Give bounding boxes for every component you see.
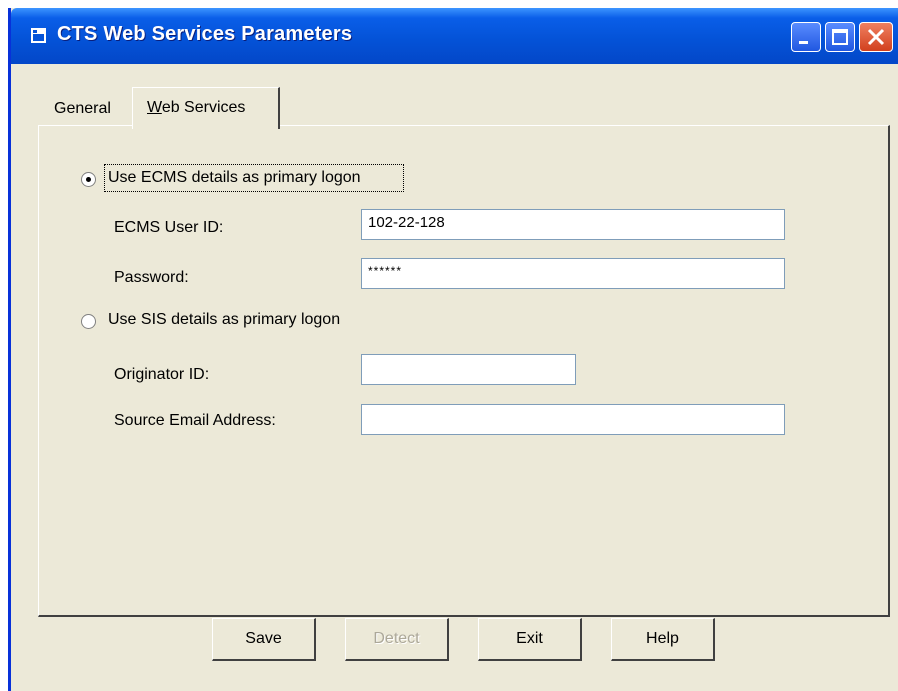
- maximize-icon: [832, 29, 848, 45]
- ecms-user-id-input[interactable]: 102-22-128: [361, 209, 785, 240]
- ecms-logon-radio[interactable]: [81, 172, 96, 187]
- close-button[interactable]: [859, 22, 893, 52]
- minimize-button[interactable]: [791, 22, 821, 52]
- originator-id-label: Originator ID:: [114, 366, 210, 383]
- tab-web-services-label: eb Services: [161, 99, 246, 116]
- tab-general[interactable]: General: [41, 92, 133, 126]
- title-bar[interactable]: CTS Web Services Parameters: [11, 8, 898, 64]
- ecms-user-id-label: ECMS User ID:: [114, 219, 224, 236]
- source-email-label: Source Email Address:: [114, 412, 276, 429]
- maximize-button[interactable]: [825, 22, 855, 52]
- ecms-logon-label[interactable]: Use ECMS details as primary logon: [108, 169, 361, 187]
- save-button[interactable]: Save: [212, 618, 316, 661]
- app-window-icon: [31, 28, 46, 43]
- dialog-window: CTS Web Services Parameters General Web …: [8, 8, 898, 691]
- password-input[interactable]: ******: [361, 258, 785, 289]
- tab-general-label: General: [54, 100, 111, 117]
- originator-id-input[interactable]: [361, 354, 576, 385]
- password-label: Password:: [114, 269, 189, 286]
- sis-logon-radio[interactable]: [81, 314, 96, 329]
- tab-web-services[interactable]: Web Services: [132, 87, 280, 129]
- exit-button[interactable]: Exit: [478, 618, 582, 661]
- detect-button[interactable]: Detect: [345, 618, 449, 661]
- source-email-input[interactable]: [361, 404, 785, 435]
- minimize-icon: [799, 41, 808, 44]
- sis-logon-label[interactable]: Use SIS details as primary logon: [108, 311, 340, 329]
- tab-web-services-accel: W: [147, 99, 162, 116]
- window-title: CTS Web Services Parameters: [57, 23, 353, 45]
- close-icon: [867, 28, 885, 46]
- help-button[interactable]: Help: [611, 618, 715, 661]
